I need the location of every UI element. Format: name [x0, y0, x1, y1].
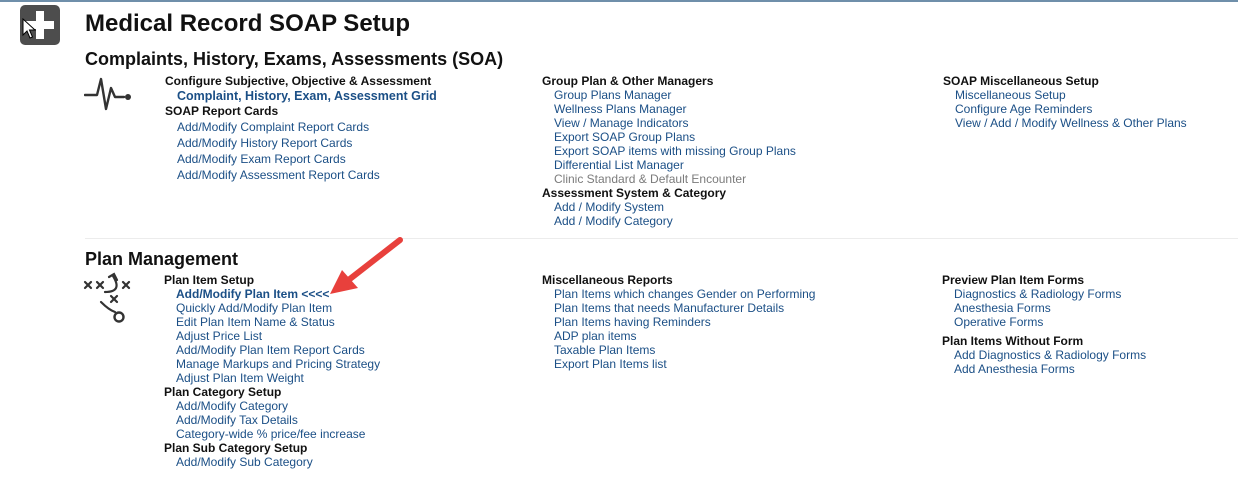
top-border: [0, 0, 1238, 2]
link-complaint-report-cards[interactable]: Add/Modify Complaint Report Cards: [165, 120, 437, 134]
link-edit-plan-item-name-status[interactable]: Edit Plan Item Name & Status: [164, 315, 380, 329]
plan-column-2: Miscellaneous Reports Plan Items which c…: [542, 273, 815, 371]
link-operative-forms[interactable]: Operative Forms: [942, 315, 1146, 329]
mouse-cursor-icon: [22, 18, 36, 39]
plan-column-1: Plan Item Setup Add/Modify Plan Item <<<…: [164, 273, 380, 469]
link-history-report-cards[interactable]: Add/Modify History Report Cards: [165, 136, 437, 150]
group-header-assessment-system: Assessment System & Category: [542, 186, 727, 200]
link-plan-item-report-cards[interactable]: Add/Modify Plan Item Report Cards: [164, 343, 380, 357]
link-export-soap-missing-group-plans[interactable]: Export SOAP items with missing Group Pla…: [542, 144, 796, 158]
link-differential-list-manager[interactable]: Differential List Manager: [542, 158, 796, 172]
link-exam-report-cards[interactable]: Add/Modify Exam Report Cards: [165, 152, 437, 166]
group-header-plan-category-setup: Plan Category Setup: [164, 385, 282, 399]
page-title: Medical Record SOAP Setup: [85, 10, 410, 37]
group-header-configure-soa: Configure Subjective, Objective & Assess…: [165, 74, 432, 88]
group-header-soap-misc-setup: SOAP Miscellaneous Setup: [943, 74, 1099, 88]
soa-column-3: SOAP Miscellaneous Setup Miscellaneous S…: [943, 74, 1187, 130]
link-miscellaneous-setup[interactable]: Miscellaneous Setup: [943, 88, 1187, 102]
link-assessment-report-cards[interactable]: Add/Modify Assessment Report Cards: [165, 168, 437, 182]
link-plan-items-reminders[interactable]: Plan Items having Reminders: [542, 315, 815, 329]
link-manufacturer-details-plan-items[interactable]: Plan Items that needs Manufacturer Detai…: [542, 301, 815, 315]
group-header-group-plan-managers: Group Plan & Other Managers: [542, 74, 714, 88]
section-divider: [85, 238, 1238, 239]
link-group-plans-manager[interactable]: Group Plans Manager: [542, 88, 796, 102]
link-diagnostics-radiology-forms[interactable]: Diagnostics & Radiology Forms: [942, 287, 1146, 301]
link-export-plan-items-list[interactable]: Export Plan Items list: [542, 357, 815, 371]
link-add-modify-category[interactable]: Add / Modify Category: [542, 214, 796, 228]
section-title-soa: Complaints, History, Exams, Assessments …: [85, 49, 504, 69]
link-view-manage-indicators[interactable]: View / Manage Indicators: [542, 116, 796, 130]
link-wellness-other-plans[interactable]: View / Add / Modify Wellness & Other Pla…: [943, 116, 1187, 130]
group-header-miscellaneous-reports: Miscellaneous Reports: [542, 273, 673, 287]
link-adjust-price-list[interactable]: Adjust Price List: [164, 329, 380, 343]
link-complaint-history-exam-grid[interactable]: Complaint, History, Exam, Assessment Gri…: [165, 88, 437, 104]
link-category-wide-price-increase[interactable]: Category-wide % price/fee increase: [164, 427, 380, 441]
soa-column-2: Group Plan & Other Managers Group Plans …: [542, 74, 796, 228]
link-clinic-standard-encounter[interactable]: Clinic Standard & Default Encounter: [542, 172, 796, 186]
group-header-plan-items-without-form: Plan Items Without Form: [942, 334, 1084, 348]
plan-column-3: Preview Plan Item Forms Diagnostics & Ra…: [942, 273, 1146, 376]
link-quickly-add-modify-plan-item[interactable]: Quickly Add/Modify Plan Item: [164, 301, 380, 315]
heartbeat-icon: [84, 77, 131, 111]
link-add-modify-sub-category[interactable]: Add/Modify Sub Category: [164, 455, 380, 469]
group-header-preview-plan-item-forms: Preview Plan Item Forms: [942, 273, 1085, 287]
soa-column-1: Configure Subjective, Objective & Assess…: [165, 74, 437, 182]
link-add-diagnostics-radiology-forms[interactable]: Add Diagnostics & Radiology Forms: [942, 348, 1146, 362]
link-add-modify-system[interactable]: Add / Modify System: [542, 200, 796, 214]
red-arrow-icon: [330, 237, 403, 294]
link-taxable-plan-items[interactable]: Taxable Plan Items: [542, 343, 815, 357]
link-gender-changing-plan-items[interactable]: Plan Items which changes Gender on Perfo…: [542, 287, 815, 301]
link-manage-markups-pricing[interactable]: Manage Markups and Pricing Strategy: [164, 357, 380, 371]
link-adjust-plan-item-weight[interactable]: Adjust Plan Item Weight: [164, 371, 380, 385]
link-add-modify-tax-details[interactable]: Add/Modify Tax Details: [164, 413, 380, 427]
group-header-soap-report-cards: SOAP Report Cards: [165, 104, 279, 118]
strategy-play-icon: [83, 272, 131, 323]
group-header-plan-sub-category-setup: Plan Sub Category Setup: [164, 441, 308, 455]
link-add-modify-plan-category[interactable]: Add/Modify Category: [164, 399, 380, 413]
link-configure-age-reminders[interactable]: Configure Age Reminders: [943, 102, 1187, 116]
link-wellness-plans-manager[interactable]: Wellness Plans Manager: [542, 102, 796, 116]
link-export-soap-group-plans[interactable]: Export SOAP Group Plans: [542, 130, 796, 144]
link-anesthesia-forms[interactable]: Anesthesia Forms: [942, 301, 1146, 315]
link-adp-plan-items[interactable]: ADP plan items: [542, 329, 815, 343]
link-add-anesthesia-forms[interactable]: Add Anesthesia Forms: [942, 362, 1146, 376]
section-title-plan-management: Plan Management: [85, 249, 239, 269]
